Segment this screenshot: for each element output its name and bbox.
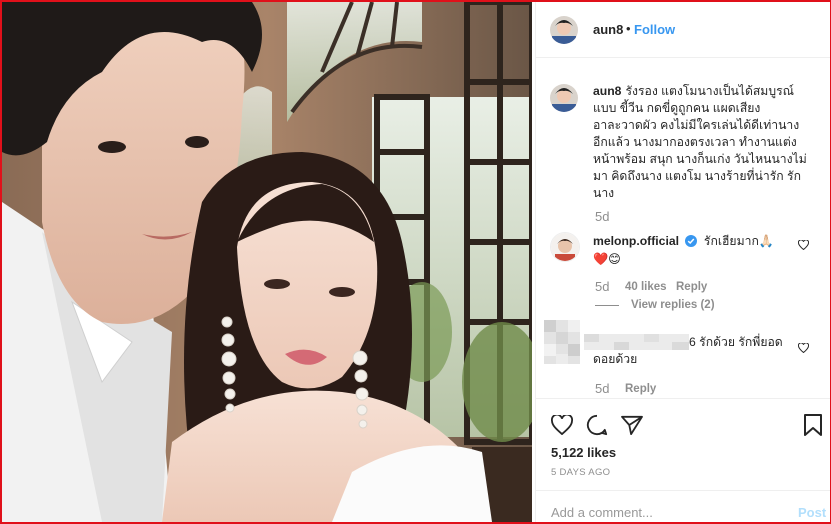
- comment-text: ดอยด้วย: [593, 352, 638, 366]
- bookmark-icon[interactable]: [804, 414, 822, 436]
- caption-timestamp[interactable]: 5d: [595, 209, 609, 224]
- author-avatar[interactable]: [550, 16, 578, 44]
- comment-emoji-line: ❤️😊: [593, 252, 621, 266]
- commenter-avatar[interactable]: [550, 232, 580, 262]
- comment-likes[interactable]: 40 likes: [625, 281, 667, 293]
- post-photo[interactable]: [2, 2, 532, 522]
- caption-username[interactable]: aun8: [593, 84, 621, 98]
- post-sidebar: aun8 • Follow aun8 รังรอง แตงโมนางเป็นได้…: [535, 2, 830, 522]
- caption-line: แบบ ขี้วีน กดขี่ดูถูกคน แผดเสียง: [593, 101, 761, 115]
- blurred-username[interactable]: [584, 334, 689, 350]
- view-replies-line: [595, 305, 619, 306]
- comment-input[interactable]: Add a comment...: [551, 505, 653, 520]
- blurred-commenter-avatar[interactable]: [544, 320, 580, 364]
- comment-1: melonp.official รักเฮียมาก🙏🏻 ❤️😊: [593, 232, 825, 268]
- post-actions: 5,122 likes 5 DAYS AGO: [536, 398, 830, 488]
- caption-line: นาง: [593, 186, 615, 200]
- comment-bubble-icon[interactable]: [586, 414, 608, 436]
- post-date: 5 DAYS AGO: [551, 467, 611, 478]
- caption-line: มา คิดถึงนาง แตงโม นางร้ายที่น่ารัก รัก: [593, 169, 801, 183]
- header-separator: •: [626, 21, 631, 36]
- comment-reply-button[interactable]: Reply: [676, 281, 707, 293]
- likes-count[interactable]: 5,122 likes: [551, 445, 616, 460]
- author-username[interactable]: aun8: [593, 22, 623, 37]
- comment-timestamp[interactable]: 5d: [595, 279, 609, 294]
- caption-line: อาละวาดผัว คงไม่มีใครเล่นได้ดีเท่านาง: [593, 118, 800, 132]
- post-header: aun8 • Follow: [536, 2, 830, 58]
- comment-timestamp[interactable]: 5d: [595, 381, 609, 396]
- caption-line: หน้าพร้อม สนุก นางก็นเก่ง วันไหนนางไม่: [593, 152, 807, 166]
- comment-reply-button[interactable]: Reply: [625, 383, 656, 395]
- caption-avatar[interactable]: [550, 84, 578, 112]
- like-heart-icon[interactable]: [551, 415, 573, 435]
- add-comment-bar: Add a comment... Post: [536, 490, 830, 522]
- caption-line: อีกแล้ว นางมากองตรงเวลา ทำงานแต่ง: [593, 135, 797, 149]
- selfie-image: [2, 2, 532, 522]
- comment-text: 6 รักด้วย รักพี่ยอด: [689, 335, 783, 349]
- follow-button[interactable]: Follow: [634, 22, 675, 37]
- caption-line: รังรอง แตงโมนางเป็นได้สมบูรณ์: [625, 84, 794, 98]
- comment-text: รักเฮียมาก🙏🏻: [703, 234, 775, 248]
- caption-text: aun8 รังรอง แตงโมนางเป็นได้สมบูรณ์ แบบ ขี…: [593, 83, 825, 202]
- verified-badge-icon: [685, 235, 698, 247]
- comment-username[interactable]: melonp.official: [593, 234, 679, 248]
- comment-like-heart-icon[interactable]: [798, 240, 809, 250]
- comment-like-heart-icon[interactable]: [798, 343, 809, 353]
- post-comment-button[interactable]: Post: [798, 505, 826, 520]
- view-replies-button[interactable]: View replies (2): [631, 299, 715, 311]
- share-icon[interactable]: [621, 415, 643, 435]
